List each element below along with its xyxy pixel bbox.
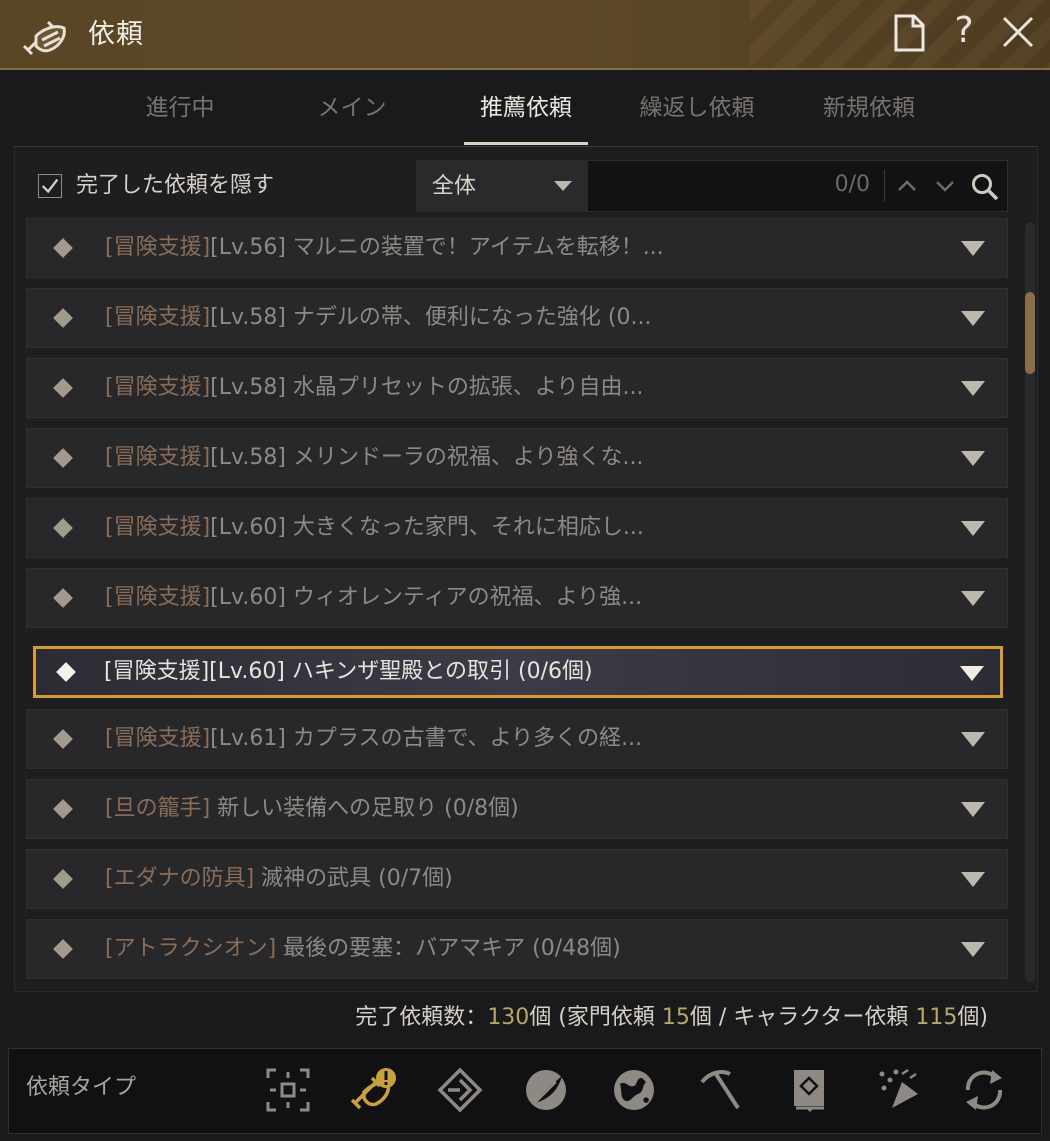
- quest-label: [冒険支援][Lv.60] 大きくなった家門、それに相応し...: [105, 515, 644, 540]
- expand-caret-icon[interactable]: [961, 521, 985, 536]
- quest-label: [冒険支援][Lv.56] マルニの装置で！アイテムを転移！...: [105, 235, 664, 260]
- expand-caret-icon[interactable]: [961, 942, 985, 957]
- quest-row[interactable]: [旦の籠手] 新しい装備への足取り (0/8個): [26, 779, 1008, 839]
- quest-row[interactable]: [冒険支援][Lv.60] ウィオレンティアの祝福、より強...: [26, 568, 1008, 628]
- book-icon[interactable]: [784, 1064, 836, 1116]
- search-result-count: 0/0: [834, 172, 870, 197]
- quest-marker-icon: [53, 378, 73, 398]
- tab-bar: 進行中 メイン 推薦依頼 繰返し依頼 新規依頼: [0, 70, 1050, 148]
- quest-row[interactable]: [アトラクシオン] 最後の要塞：バアマキア (0/48個): [26, 919, 1008, 979]
- quest-type-label: 依頼タイプ: [26, 1075, 137, 1100]
- expand-caret-icon[interactable]: [961, 451, 985, 466]
- celebration-icon[interactable]: [872, 1064, 924, 1116]
- tab-main[interactable]: メイン: [302, 88, 402, 128]
- compass-diamond-icon[interactable]: [434, 1064, 486, 1116]
- quest-marker-icon: [56, 662, 76, 682]
- active-tab-indicator: [464, 142, 588, 145]
- title-bar[interactable]: 依頼 ?: [0, 0, 1050, 70]
- quest-marker-icon: [53, 588, 73, 608]
- pickaxe-icon[interactable]: [694, 1064, 746, 1116]
- quest-scroll-icon: [22, 20, 66, 56]
- globe-icon[interactable]: [608, 1064, 660, 1116]
- quest-row-selected[interactable]: [冒険支援][Lv.60] ハキンザ聖殿との取引 (0/6個): [33, 646, 1003, 698]
- search-divider: [884, 170, 885, 202]
- window-title: 依頼: [88, 19, 144, 50]
- quest-label: [冒険支援][Lv.58] ナデルの帯、便利になった強化 (0...: [105, 305, 652, 330]
- quest-marker-icon: [53, 799, 73, 819]
- quest-label: [冒険支援][Lv.61] カプラスの古書で、より多くの経...: [105, 726, 643, 751]
- expand-caret-icon[interactable]: [961, 591, 985, 606]
- scrollbar-thumb[interactable]: [1025, 292, 1035, 374]
- quest-row[interactable]: [冒険支援][Lv.58] ナデルの帯、便利になった強化 (0...: [26, 288, 1008, 348]
- quest-label: [冒険支援][Lv.60] ウィオレンティアの祝福、より強...: [105, 585, 643, 610]
- tab-repeatable[interactable]: 繰返し依頼: [622, 88, 772, 128]
- expand-caret-icon[interactable]: [960, 666, 984, 681]
- search-icon[interactable]: [970, 172, 1000, 202]
- quest-marker-icon: [53, 448, 73, 468]
- chevron-down-icon[interactable]: [933, 174, 957, 198]
- quest-row[interactable]: [冒険支援][Lv.58] 水晶プリセットの拡張、より自由...: [26, 358, 1008, 418]
- chevron-up-icon[interactable]: [895, 174, 919, 198]
- category-dropdown-value: 全体: [432, 174, 477, 199]
- quest-label: [冒険支援][Lv.60] ハキンザ聖殿との取引 (0/6個): [104, 659, 593, 684]
- quest-marker-icon: [53, 869, 73, 889]
- all-types-icon[interactable]: [262, 1064, 314, 1116]
- expand-caret-icon[interactable]: [961, 241, 985, 256]
- category-dropdown[interactable]: 全体: [416, 160, 588, 212]
- chevron-down-icon: [554, 181, 572, 191]
- expand-caret-icon[interactable]: [961, 381, 985, 396]
- quest-row[interactable]: [エダナの防具] 滅神の武具 (0/7個): [26, 849, 1008, 909]
- expand-caret-icon[interactable]: [961, 311, 985, 326]
- completed-summary: 完了依頼数：130個 (家門依頼 15個 / キャラクター依頼 115個): [355, 1005, 988, 1030]
- close-icon[interactable]: [998, 12, 1038, 52]
- quest-window: 依頼 ? 進行中 メイン 推薦依頼 繰返し依頼 新規依頼 完了した依頼を隠す 全…: [0, 0, 1050, 1141]
- quest-marker-icon: [53, 939, 73, 959]
- quest-row[interactable]: [冒険支援][Lv.60] 大きくなった家門、それに相応し...: [26, 498, 1008, 558]
- feather-icon[interactable]: [520, 1064, 572, 1116]
- hide-completed-checkbox[interactable]: [38, 174, 62, 198]
- quest-marker-icon: [53, 518, 73, 538]
- expand-caret-icon[interactable]: [961, 802, 985, 817]
- tab-in-progress[interactable]: 進行中: [130, 88, 230, 128]
- expand-caret-icon[interactable]: [961, 872, 985, 887]
- quest-marker-icon: [53, 729, 73, 749]
- quest-row[interactable]: [冒険支援][Lv.58] メリンドーラの祝福、より強くな...: [26, 428, 1008, 488]
- help-button[interactable]: ?: [946, 8, 982, 54]
- quest-label: [アトラクシオン] 最後の要塞：バアマキア (0/48個): [105, 936, 621, 961]
- quest-label: [冒険支援][Lv.58] 水晶プリセットの拡張、より自由...: [105, 375, 644, 400]
- quest-marker-icon: [53, 238, 73, 258]
- expand-caret-icon[interactable]: [961, 732, 985, 747]
- quest-label: [冒険支援][Lv.58] メリンドーラの祝福、より強くな...: [105, 445, 644, 470]
- repeat-icon[interactable]: [958, 1064, 1010, 1116]
- quest-row[interactable]: [冒険支援][Lv.61] カプラスの古書で、より多くの経...: [26, 709, 1008, 769]
- tab-recommended[interactable]: 推薦依頼: [462, 88, 590, 128]
- quest-label: [旦の籠手] 新しい装備への足取り (0/8個): [105, 796, 519, 821]
- recommended-scroll-icon[interactable]: [346, 1064, 398, 1116]
- tab-new[interactable]: 新規依頼: [806, 88, 932, 128]
- quest-label: [エダナの防具] 滅神の武具 (0/7個): [105, 866, 453, 891]
- quest-marker-icon: [53, 308, 73, 328]
- document-icon[interactable]: [892, 14, 926, 52]
- quest-row[interactable]: [冒険支援][Lv.56] マルニの装置で！アイテムを転移！...: [26, 218, 1008, 278]
- hide-completed-label[interactable]: 完了した依頼を隠す: [76, 170, 274, 202]
